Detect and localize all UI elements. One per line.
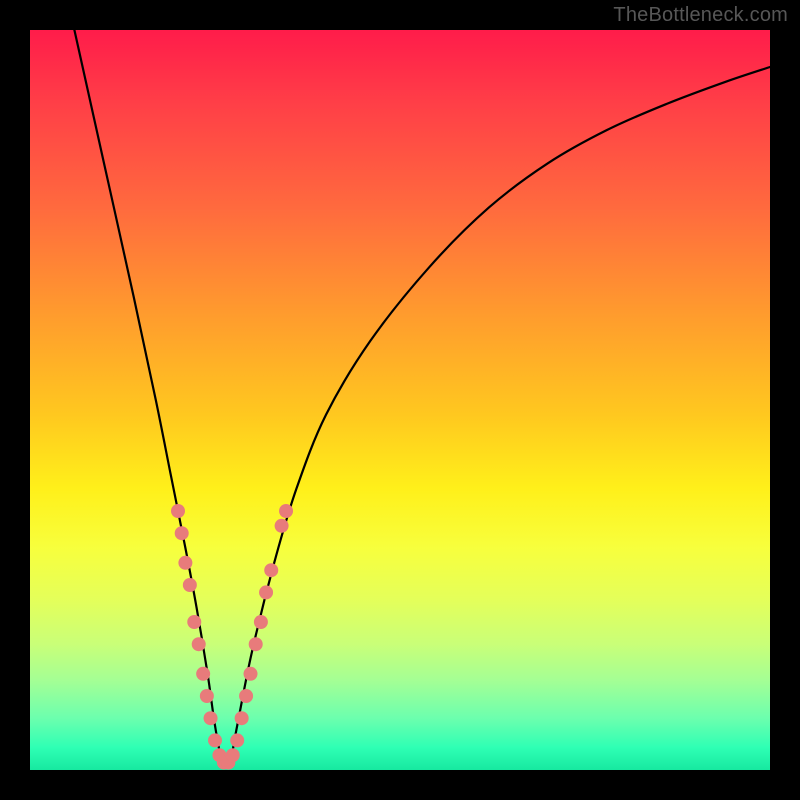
- cluster-dot: [187, 615, 201, 629]
- cluster-dot: [235, 711, 249, 725]
- chart-frame: TheBottleneck.com: [0, 0, 800, 800]
- cluster-dot: [264, 563, 278, 577]
- cluster-dot: [275, 519, 289, 533]
- cluster-dot: [204, 711, 218, 725]
- cluster-dot: [239, 689, 253, 703]
- cluster-dot: [175, 526, 189, 540]
- cluster-dot: [244, 667, 258, 681]
- plot-area: [30, 30, 770, 770]
- cluster-dot: [192, 637, 206, 651]
- cluster-dot: [196, 667, 210, 681]
- cluster-dot: [226, 748, 240, 762]
- cluster-dot: [259, 585, 273, 599]
- cluster-dot: [249, 637, 263, 651]
- watermark-text: TheBottleneck.com: [613, 4, 788, 27]
- cluster-dot: [254, 615, 268, 629]
- cluster-dot: [208, 733, 222, 747]
- cluster-dot: [279, 504, 293, 518]
- cluster-dot: [230, 733, 244, 747]
- cluster-dots: [171, 504, 293, 770]
- cluster-dot: [200, 689, 214, 703]
- curve-layer: [30, 30, 770, 770]
- cluster-dot: [183, 578, 197, 592]
- bottleneck-curve: [74, 30, 770, 767]
- cluster-dot: [171, 504, 185, 518]
- cluster-dot: [178, 556, 192, 570]
